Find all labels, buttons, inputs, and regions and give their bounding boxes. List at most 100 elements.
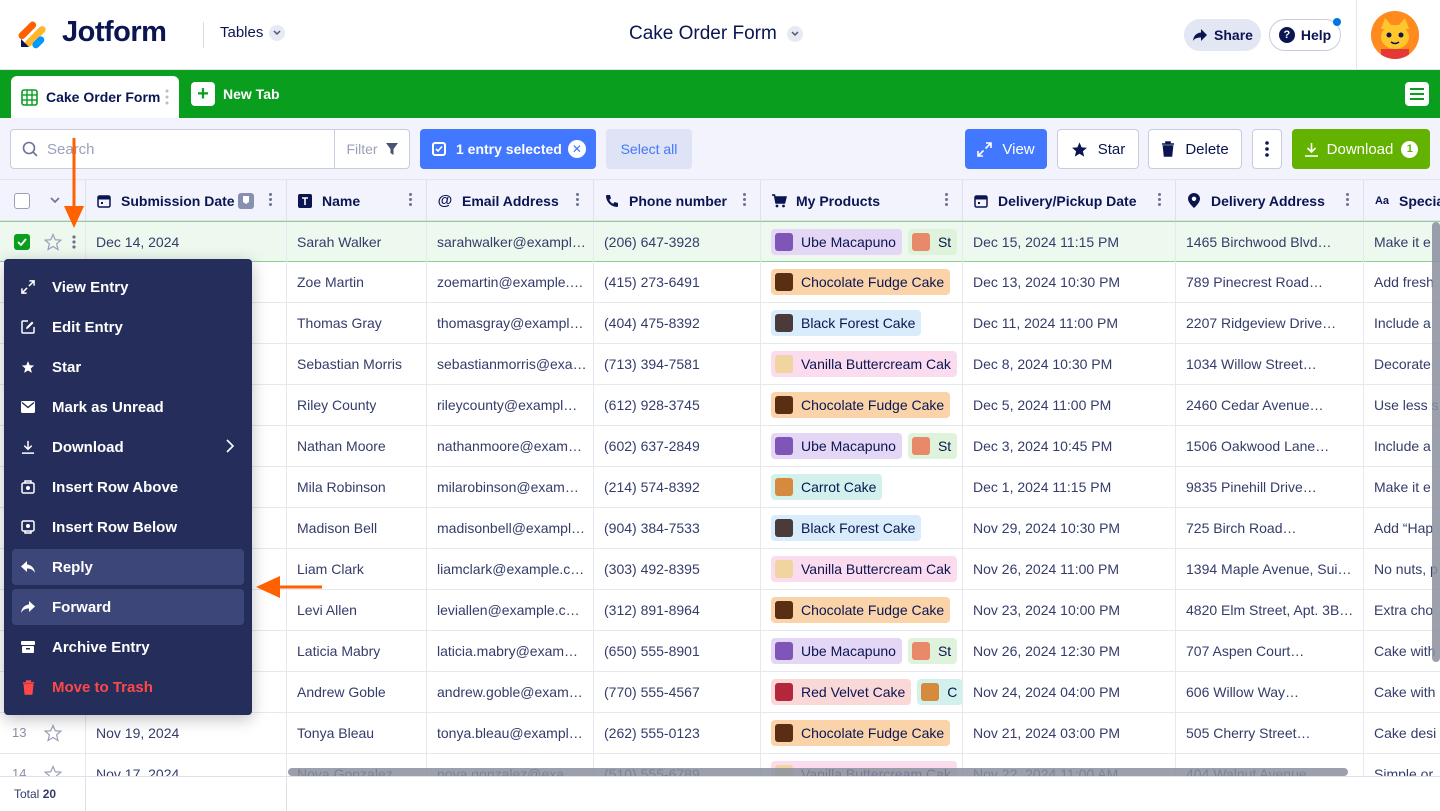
cell-special[interactable]: Add fresh xyxy=(1364,262,1440,302)
cell-special[interactable]: Cake desi xyxy=(1364,713,1440,753)
cell-submission-date[interactable]: Nov 19, 2024 xyxy=(86,713,287,753)
cell-email[interactable]: rileycounty@exampl… xyxy=(427,385,594,425)
cell-name[interactable]: Mila Robinson xyxy=(287,467,427,507)
cell-name[interactable]: Riley County xyxy=(287,385,427,425)
share-button[interactable]: Share xyxy=(1184,19,1261,51)
cell-phone[interactable]: (415) 273-6491 xyxy=(594,262,761,302)
cell-phone[interactable]: (303) 492-8395 xyxy=(594,549,761,589)
cell-delivery-date[interactable]: Dec 15, 2024 11:15 PM xyxy=(963,222,1176,262)
column-header-submission-date[interactable]: Submission Date xyxy=(86,180,287,221)
help-button[interactable]: ? Help xyxy=(1269,19,1341,51)
more-options-button[interactable] xyxy=(1252,129,1282,169)
cell-special[interactable]: Add “Hap xyxy=(1364,508,1440,548)
cell-special[interactable]: No nuts, p xyxy=(1364,549,1440,589)
cell-name[interactable]: Sebastian Morris xyxy=(287,344,427,384)
cell-phone[interactable]: (206) 647-3928 xyxy=(594,222,761,262)
cell-products[interactable]: Vanilla Buttercream Cak xyxy=(761,549,963,589)
delete-button[interactable]: Delete xyxy=(1148,129,1242,169)
cell-delivery-address[interactable]: 1506 Oakwood Lane… xyxy=(1176,426,1364,466)
header-checkbox[interactable] xyxy=(14,192,30,209)
cell-email[interactable]: nathanmoore@exam… xyxy=(427,426,594,466)
cell-phone[interactable]: (770) 555-4567 xyxy=(594,672,761,712)
cell-delivery-address[interactable]: 725 Birch Road… xyxy=(1176,508,1364,548)
cell-email[interactable]: tonya.bleau@exampl… xyxy=(427,713,594,753)
star-outline-icon[interactable] xyxy=(44,233,62,251)
cell-products[interactable]: Black Forest Cake xyxy=(761,508,963,548)
menu-item-insert-row-above[interactable]: Insert Row Above xyxy=(12,469,244,505)
tables-dropdown[interactable]: Tables xyxy=(220,24,286,41)
cell-delivery-date[interactable]: Nov 23, 2024 10:00 PM xyxy=(963,590,1176,630)
cell-delivery-date[interactable]: Dec 8, 2024 10:30 PM xyxy=(963,344,1176,384)
cell-delivery-date[interactable]: Dec 1, 2024 11:15 PM xyxy=(963,467,1176,507)
column-header-phone[interactable]: Phone number xyxy=(594,180,761,221)
cell-delivery-date[interactable]: Nov 21, 2024 03:00 PM xyxy=(963,713,1176,753)
cell-delivery-date[interactable]: Dec 11, 2024 11:00 PM xyxy=(963,303,1176,343)
cell-products[interactable]: Chocolate Fudge Cake xyxy=(761,713,963,753)
cell-delivery-date[interactable]: Dec 3, 2024 10:45 PM xyxy=(963,426,1176,466)
cell-products[interactable]: Carrot Cake xyxy=(761,467,963,507)
column-header-delivery-address[interactable]: Delivery Address xyxy=(1176,180,1364,221)
menu-item-archive-entry[interactable]: Archive Entry xyxy=(12,629,244,665)
cell-phone[interactable]: (602) 637-2849 xyxy=(594,426,761,466)
star-button[interactable]: Star xyxy=(1057,129,1139,169)
cell-email[interactable]: leviallen@example.c… xyxy=(427,590,594,630)
filter-button[interactable]: Filter xyxy=(334,130,409,168)
entry-selected-chip[interactable]: 1 entry selected ✕ xyxy=(420,129,596,169)
cell-delivery-address[interactable]: 606 Willow Way… xyxy=(1176,672,1364,712)
cell-special[interactable]: Make it e xyxy=(1364,222,1440,262)
cell-special[interactable]: Simple or xyxy=(1364,754,1440,776)
cell-products[interactable]: Vanilla Buttercream Cak xyxy=(761,344,963,384)
cell-delivery-address[interactable]: 505 Cherry Street… xyxy=(1176,713,1364,753)
cell-delivery-date[interactable]: Nov 29, 2024 10:30 PM xyxy=(963,508,1176,548)
cell-phone[interactable]: (904) 384-7533 xyxy=(594,508,761,548)
menu-item-forward[interactable]: Forward xyxy=(12,589,244,625)
row-options-icon[interactable] xyxy=(72,235,76,252)
cell-email[interactable]: madisonbell@exampl… xyxy=(427,508,594,548)
horizontal-scrollbar[interactable] xyxy=(288,768,1348,776)
menu-item-star[interactable]: Star xyxy=(12,349,244,385)
table-row[interactable]: Dec 14, 2024 Sarah Walker sarahwalker@exam… xyxy=(0,221,1440,262)
cell-name[interactable]: Thomas Gray xyxy=(287,303,427,343)
row-checkbox[interactable] xyxy=(14,234,30,250)
cell-products[interactable]: Chocolate Fudge Cake xyxy=(761,590,963,630)
cell-email[interactable]: thomasgray@exampl… xyxy=(427,303,594,343)
view-button[interactable]: View xyxy=(965,129,1047,169)
star-outline-icon[interactable] xyxy=(44,765,62,776)
cell-special[interactable]: Extra cho xyxy=(1364,590,1440,630)
cell-delivery-address[interactable]: 9835 Pinehill Drive… xyxy=(1176,467,1364,507)
cell-delivery-address[interactable]: 4820 Elm Street, Apt. 3B… xyxy=(1176,590,1364,630)
cell-delivery-date[interactable]: Nov 26, 2024 12:30 PM xyxy=(963,631,1176,671)
cell-delivery-address[interactable]: 2207 Ridgeview Drive… xyxy=(1176,303,1364,343)
cell-delivery-date[interactable]: Dec 13, 2024 10:30 PM xyxy=(963,262,1176,302)
cell-delivery-date[interactable]: Dec 5, 2024 11:00 PM xyxy=(963,385,1176,425)
cell-name[interactable]: Andrew Goble xyxy=(287,672,427,712)
column-options-icon[interactable] xyxy=(576,193,579,206)
column-header-name[interactable]: Name xyxy=(287,180,427,221)
search-input[interactable] xyxy=(47,140,327,158)
cell-products[interactable]: Chocolate Fudge Cake xyxy=(761,385,963,425)
cell-email[interactable]: sarahwalker@exampl… xyxy=(427,222,594,262)
column-options-icon[interactable] xyxy=(945,193,948,206)
column-header-email[interactable]: @ Email Address xyxy=(427,180,594,221)
hamburger-menu-icon[interactable] xyxy=(1405,82,1429,106)
new-tab-button[interactable]: + New Tab xyxy=(191,82,280,106)
column-header-special[interactable]: Aa Specia xyxy=(1364,180,1440,221)
cell-phone[interactable]: (404) 475-8392 xyxy=(594,303,761,343)
tab-options-icon[interactable] xyxy=(165,89,169,105)
cell-name[interactable]: Nathan Moore xyxy=(287,426,427,466)
cell-products[interactable]: Ube Macapuno St xyxy=(761,426,963,466)
cell-phone[interactable]: (650) 555-8901 xyxy=(594,631,761,671)
cell-email[interactable]: milarobinson@exam… xyxy=(427,467,594,507)
form-title-dropdown[interactable]: Cake Order Form xyxy=(629,23,803,45)
cell-name[interactable]: Sarah Walker xyxy=(287,222,427,262)
cell-delivery-address[interactable]: 789 Pinecrest Road… xyxy=(1176,262,1364,302)
menu-item-move-to-trash[interactable]: Move to Trash xyxy=(12,669,244,705)
cell-submission-date[interactable]: Nov 17, 2024 xyxy=(86,754,287,776)
cell-products[interactable]: Ube Macapuno St xyxy=(761,222,963,262)
cell-phone[interactable]: (312) 891-8964 xyxy=(594,590,761,630)
download-button[interactable]: Download 1 xyxy=(1292,129,1430,169)
cell-products[interactable]: Ube Macapuno St xyxy=(761,631,963,671)
cell-special[interactable]: Use less s xyxy=(1364,385,1440,425)
menu-item-insert-row-below[interactable]: Insert Row Below xyxy=(12,509,244,545)
table-row[interactable]: 13 Nov 19, 2024 Tonya Bleau tonya.bleau@exa… xyxy=(0,713,1440,754)
